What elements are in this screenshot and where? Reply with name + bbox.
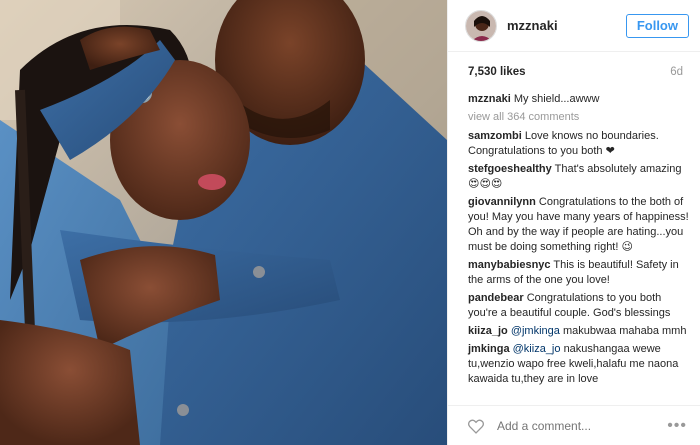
heart-outline-icon[interactable]	[467, 418, 485, 434]
comment-text: makubwaa mahaba mmh	[562, 325, 687, 337]
caption-username[interactable]: mzznaki	[468, 93, 511, 105]
post-header: mzznaki Follow	[448, 0, 700, 52]
likes-count[interactable]: 7,530 likes	[468, 66, 526, 78]
post-stats: 7,530 likes 6d	[448, 52, 700, 92]
comment-username[interactable]: jmkinga	[468, 343, 510, 355]
comment-username[interactable]: kiiza_jo	[468, 325, 508, 337]
comment-username[interactable]: stefgoeshealthy	[468, 163, 552, 175]
comment-item: samzombi Love knows no boundaries. Congr…	[468, 129, 690, 159]
comments-list: mzznaki My shield...awww view all 364 co…	[448, 92, 700, 387]
couple-embrace-image	[0, 0, 447, 445]
avatar[interactable]	[465, 9, 497, 42]
caption-text: My shield...awww	[513, 93, 600, 105]
post-age[interactable]: 6d	[670, 66, 683, 78]
add-comment-input[interactable]	[497, 418, 668, 433]
comment-mention[interactable]: @kiiza_jo	[513, 343, 561, 355]
caption: mzznaki My shield...awww	[468, 92, 690, 107]
more-options-icon[interactable]: •••	[667, 417, 687, 433]
comment-item: jmkinga @kiiza_jo nakushangaa wewe tu,we…	[468, 342, 690, 387]
comment-username[interactable]: giovannilynn	[468, 196, 536, 208]
comment-footer: •••	[448, 405, 700, 445]
comment-item: stefgoeshealthy That's absolutely amazin…	[468, 162, 690, 192]
comment-item: giovannilynn Congratulations to the both…	[468, 195, 690, 255]
comment-username[interactable]: pandebear	[468, 292, 524, 304]
comment-username[interactable]: manybabiesnyc	[468, 259, 551, 271]
comment-username[interactable]: samzombi	[468, 130, 522, 142]
comment-mention[interactable]: @jmkinga	[511, 325, 560, 337]
comment-item: kiiza_jo @jmkinga makubwaa mahaba mmh	[468, 324, 690, 339]
comment-item: pandebear Congratulations to you both yo…	[468, 291, 690, 321]
comment-item: manybabiesnyc This is beautiful! Safety …	[468, 258, 690, 288]
post-side-panel: mzznaki Follow 7,530 likes 6d mzznaki My…	[447, 0, 700, 445]
username[interactable]: mzznaki	[507, 18, 626, 33]
follow-button[interactable]: Follow	[625, 13, 689, 38]
view-all-comments-link[interactable]: view all 364 comments	[468, 110, 690, 125]
post-photo[interactable]	[0, 0, 447, 445]
